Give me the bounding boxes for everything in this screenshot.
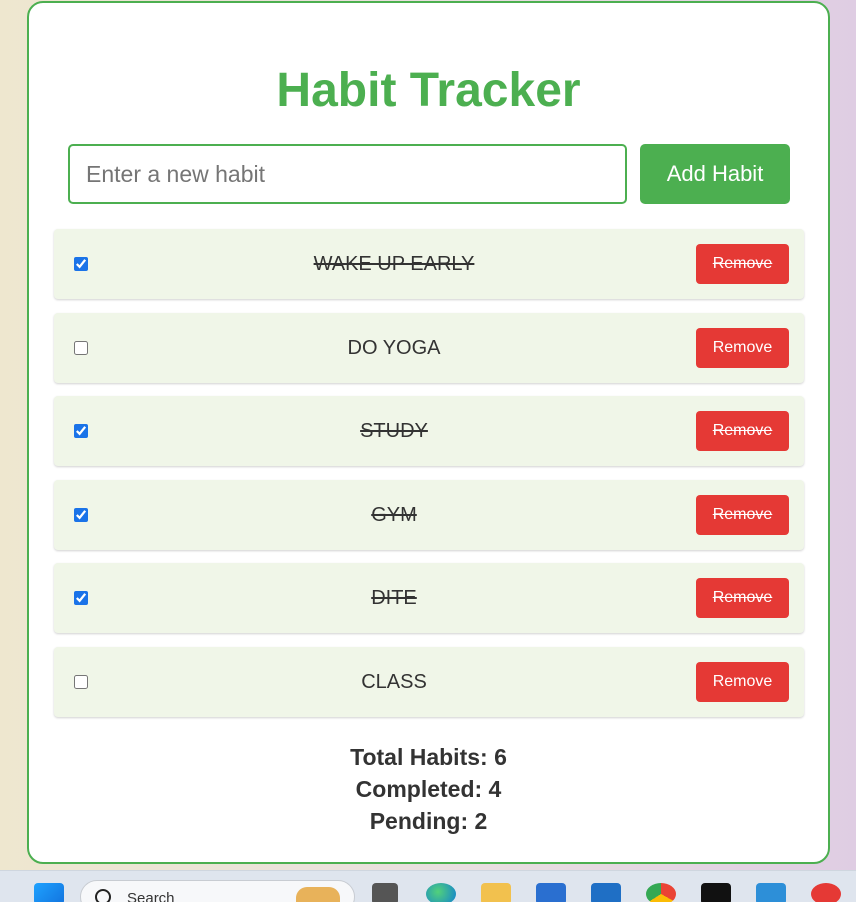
chrome-icon[interactable] [646, 883, 676, 902]
habit-name: GYM [371, 503, 417, 526]
habit-row: DITE Remove [54, 563, 804, 634]
capcut-icon[interactable] [701, 883, 731, 902]
habit-name: CLASS [361, 670, 427, 693]
habit-name: WAKE UP EARLY [313, 253, 475, 275]
windows-start-icon[interactable] [34, 883, 64, 902]
habit-row: DO YOGA Remove [54, 312, 804, 383]
new-habit-input[interactable] [68, 144, 627, 204]
task-view-icon[interactable] [372, 883, 398, 902]
total-habits-count: Total Habits: 6 [350, 744, 507, 770]
habit-checkbox[interactable] [74, 591, 88, 606]
habit-tracker-card: Habit Tracker Add Habit WAKE UP EARLY Re… [27, 1, 830, 864]
habit-name: STUDY [360, 420, 428, 443]
habit-name: DO YOGA [347, 336, 441, 359]
remove-button[interactable]: Remove [696, 244, 789, 284]
search-icon [95, 889, 111, 902]
taskbar: Search [0, 870, 856, 902]
habit-checkbox[interactable] [74, 674, 88, 689]
remove-button[interactable]: Remove [696, 578, 789, 619]
habit-row: STUDY Remove [54, 396, 804, 467]
outlook-icon[interactable] [591, 883, 621, 902]
habit-checkbox[interactable] [74, 340, 88, 355]
search-highlight-icon [296, 887, 340, 902]
store-icon[interactable] [536, 883, 566, 902]
remove-button[interactable]: Remove [696, 411, 789, 452]
habit-stats: Total Habits: 6 Completed: 4 Pending: 2 [29, 741, 828, 837]
add-habit-button[interactable]: Add Habit [640, 144, 790, 204]
page-title: Habit Tracker [276, 64, 581, 117]
habit-list: WAKE UP EARLY Remove DO YOGA Remove STUD… [54, 229, 804, 731]
tomato-icon[interactable] [811, 883, 841, 902]
habit-row: WAKE UP EARLY Remove [54, 229, 804, 299]
pending-count: Pending: 2 [369, 808, 488, 834]
file-explorer-icon[interactable] [481, 883, 511, 902]
edge-icon[interactable] [426, 883, 456, 902]
habit-checkbox[interactable] [74, 424, 88, 439]
habit-name: DITE [371, 587, 417, 610]
habit-row: CLASS Remove [54, 646, 804, 717]
remove-button[interactable]: Remove [696, 494, 789, 535]
habit-checkbox[interactable] [74, 507, 88, 522]
remove-button[interactable]: Remove [696, 661, 789, 702]
habit-checkbox[interactable] [74, 257, 88, 271]
remove-button[interactable]: Remove [696, 327, 789, 368]
habit-row: GYM Remove [54, 479, 804, 550]
completed-count: Completed: 4 [355, 776, 502, 802]
vscode-icon[interactable] [756, 883, 786, 902]
taskbar-search[interactable]: Search [80, 880, 355, 902]
taskbar-search-label: Search [127, 890, 175, 902]
